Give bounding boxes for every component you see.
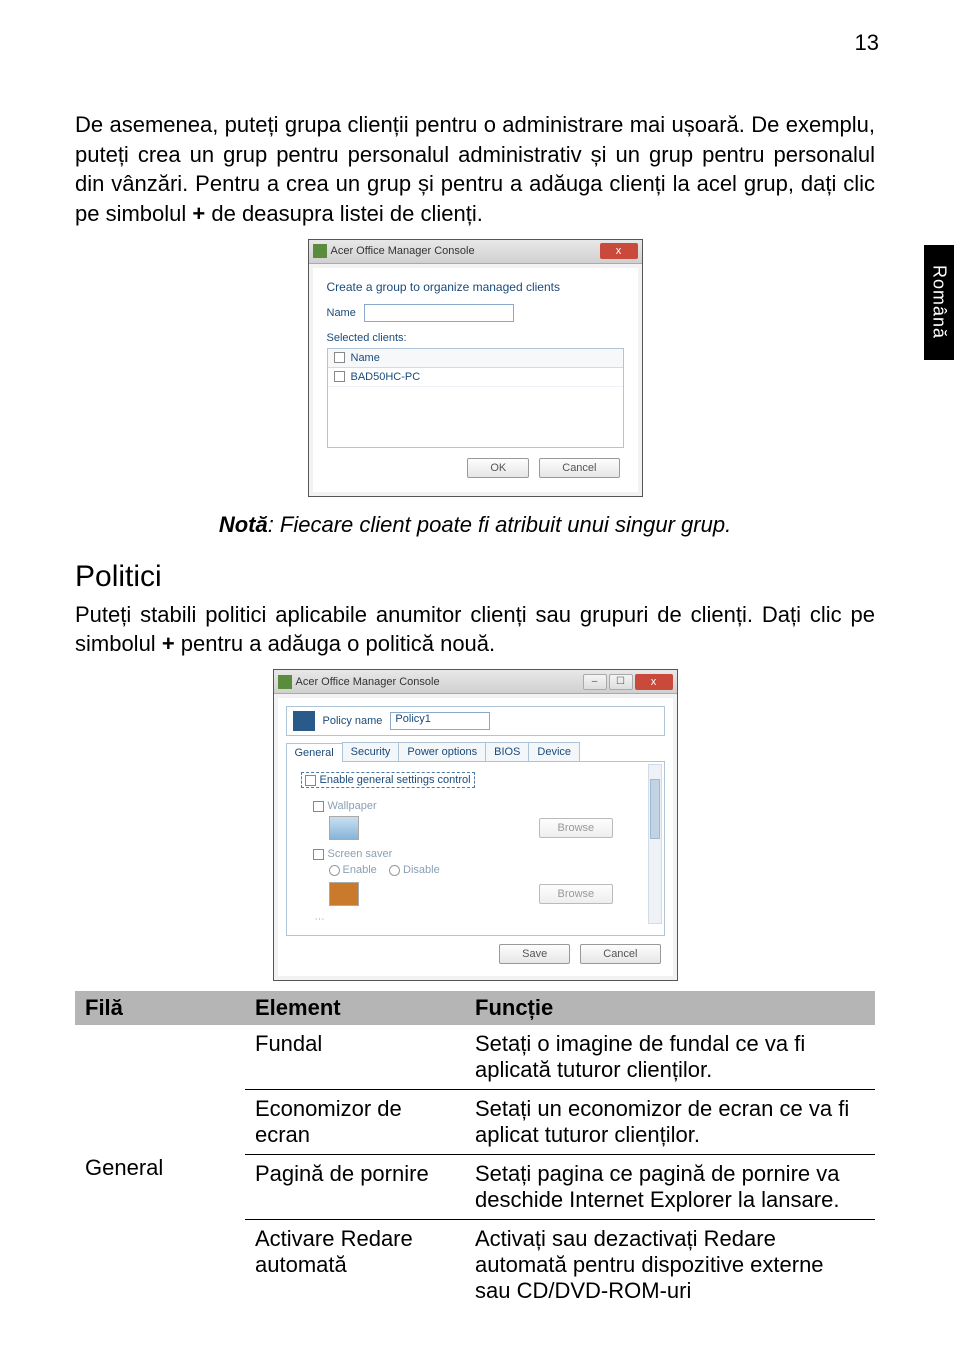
ok-button[interactable]: OK: [467, 458, 529, 478]
save-button[interactable]: Save: [499, 944, 570, 964]
dialog-title: Acer Office Manager Console: [331, 245, 475, 257]
category-cell: General: [75, 1025, 245, 1310]
policy-name-label: Policy name: [323, 715, 383, 727]
page-number: 13: [855, 30, 879, 56]
wallpaper-thumb: [329, 816, 359, 840]
element-cell: Economizor de ecran: [245, 1090, 465, 1155]
browse-screensaver-button[interactable]: Browse: [539, 884, 614, 904]
name-row: Name: [327, 304, 624, 322]
client-name: BAD50HC-PC: [351, 371, 421, 383]
note: Notă: Fiecare client poate fi atribuit u…: [75, 512, 875, 538]
scrollbar[interactable]: [648, 764, 662, 924]
close-button-2[interactable]: x: [635, 674, 673, 690]
name-label: Name: [327, 307, 356, 319]
screensaver-thumb: [329, 882, 359, 906]
plus-symbol-1: +: [192, 201, 205, 226]
wallpaper-row: Browse: [329, 816, 654, 840]
titlebar-left: Acer Office Manager Console: [313, 244, 475, 258]
checkbox-icon: [313, 849, 324, 860]
plus-symbol-2: +: [162, 631, 175, 656]
tab-bios[interactable]: BIOS: [485, 742, 529, 761]
policy-name-row: Policy name Policy1: [286, 706, 665, 736]
col-name: Name: [351, 352, 380, 364]
policy-titlebar: Acer Office Manager Console – ☐ x: [274, 670, 677, 694]
function-cell: Setați o imagine de fundal ce va fi apli…: [465, 1025, 875, 1090]
tab-security[interactable]: Security: [342, 742, 400, 761]
section-heading: Politici: [75, 560, 875, 594]
tab-power[interactable]: Power options: [398, 742, 486, 761]
disable-radio-label: Disable: [403, 864, 440, 876]
element-cell: Pagină de pornire: [245, 1155, 465, 1220]
policy-elements-table: Filă Element Funcție General Fundal Seta…: [75, 991, 875, 1310]
clients-header: Name: [328, 349, 623, 368]
para2-post: pentru a adăuga o politică nouă.: [175, 631, 495, 656]
policies-paragraph: Puteți stabili politici aplicabile anumi…: [75, 600, 875, 659]
th-fila: Filă: [75, 991, 245, 1025]
screensaver-checkbox[interactable]: Screen saver: [313, 848, 654, 860]
disable-radio[interactable]: [389, 865, 400, 876]
para1-post: de deasupra listei de clienți.: [205, 201, 483, 226]
dialog-titlebar: Acer Office Manager Console x: [309, 240, 642, 264]
policy-name-input[interactable]: Policy1: [390, 712, 490, 730]
more-indicator: ⋯: [315, 914, 654, 925]
wallpaper-checkbox[interactable]: Wallpaper: [313, 800, 654, 812]
tab-body-general: Enable general settings control Wallpape…: [286, 762, 665, 936]
screensaver-row: Browse: [329, 882, 654, 906]
th-element: Element: [245, 991, 465, 1025]
enable-radio[interactable]: [329, 865, 340, 876]
dialog-heading: Create a group to organize managed clien…: [327, 280, 624, 294]
tab-general[interactable]: General: [286, 743, 343, 762]
checkbox-icon: [305, 775, 316, 786]
intro-paragraph: De asemenea, puteți grupa clienții pentr…: [75, 110, 875, 229]
scroll-thumb[interactable]: [650, 779, 660, 839]
note-label: Notă: [219, 512, 268, 537]
browse-wallpaper-button[interactable]: Browse: [539, 818, 614, 838]
dialog-body: Create a group to organize managed clien…: [313, 268, 638, 492]
th-functie: Funcție: [465, 991, 875, 1025]
language-tab: Română: [924, 245, 954, 360]
close-button[interactable]: x: [600, 243, 638, 259]
function-cell: Setați pagina ce pagină de pornire va de…: [465, 1155, 875, 1220]
dialog-buttons: OK Cancel: [327, 448, 624, 482]
titlebar-left-2: Acer Office Manager Console: [278, 675, 440, 689]
checkbox-icon: [313, 801, 324, 812]
app-icon-2: [278, 675, 292, 689]
enable-general-checkbox[interactable]: Enable general settings control: [301, 772, 475, 788]
table-row: General Fundal Setați o imagine de funda…: [75, 1025, 875, 1090]
cancel-button[interactable]: Cancel: [539, 458, 619, 478]
app-icon: [313, 244, 327, 258]
policy-tabs: General Security Power options BIOS Devi…: [286, 742, 665, 762]
client-checkbox[interactable]: [334, 371, 345, 382]
policy-body: Policy name Policy1 General Security Pow…: [278, 698, 673, 976]
tab-device[interactable]: Device: [528, 742, 580, 761]
wallpaper-label: Wallpaper: [328, 800, 377, 812]
minimize-button[interactable]: –: [583, 674, 607, 690]
client-row[interactable]: BAD50HC-PC: [328, 368, 623, 387]
enable-general-label: Enable general settings control: [320, 774, 471, 786]
maximize-button[interactable]: ☐: [609, 674, 633, 690]
function-cell: Setați un economizor de ecran ce va fi a…: [465, 1090, 875, 1155]
policy-dialog-title: Acer Office Manager Console: [296, 676, 440, 688]
enable-radio-label: Enable: [343, 864, 377, 876]
policy-dialog: Acer Office Manager Console – ☐ x Policy…: [273, 669, 678, 981]
page-content: De asemenea, puteți grupa clienții pentr…: [75, 110, 875, 1310]
note-text: : Fiecare client poate fi atribuit unui …: [268, 512, 731, 537]
create-group-dialog: Acer Office Manager Console x Create a g…: [308, 239, 643, 497]
group-name-input[interactable]: [364, 304, 514, 322]
clients-table: Name BAD50HC-PC: [327, 348, 624, 448]
element-cell: Activare Redare automată: [245, 1220, 465, 1311]
policy-dialog-buttons: Save Cancel: [286, 936, 665, 968]
table-header-row: Filă Element Funcție: [75, 991, 875, 1025]
window-controls: – ☐ x: [583, 674, 673, 690]
selected-clients-label: Selected clients:: [327, 332, 624, 344]
select-all-checkbox[interactable]: [334, 352, 345, 363]
function-cell: Activați sau dezactivați Redare automată…: [465, 1220, 875, 1311]
screensaver-radios: Enable Disable: [329, 864, 654, 876]
element-cell: Fundal: [245, 1025, 465, 1090]
cancel-button-2[interactable]: Cancel: [580, 944, 660, 964]
policy-icon: [293, 711, 315, 731]
screensaver-label: Screen saver: [328, 848, 393, 860]
